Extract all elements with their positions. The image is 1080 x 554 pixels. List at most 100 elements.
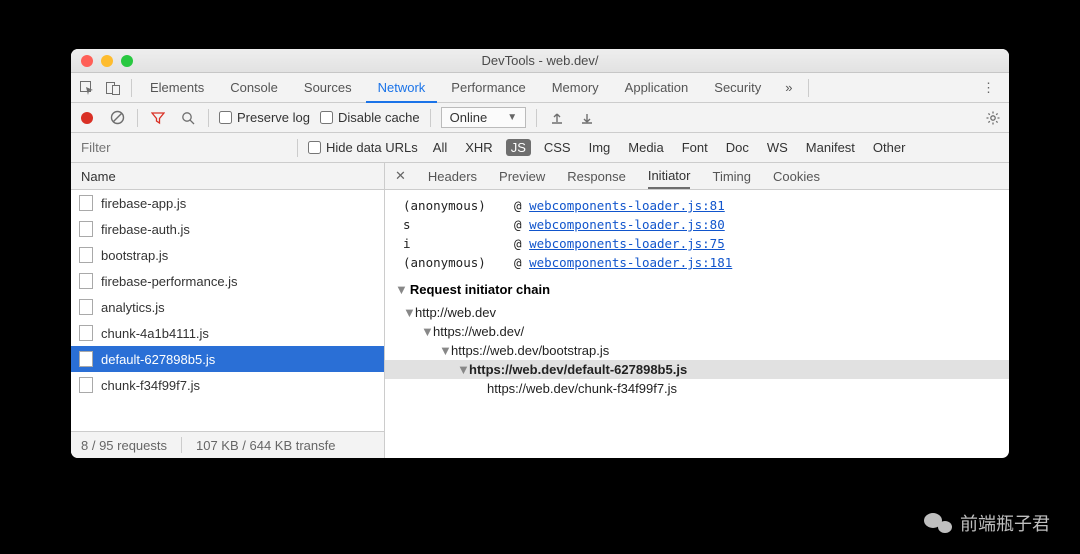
request-row[interactable]: bootstrap.js xyxy=(71,242,384,268)
initiator-body: (anonymous)@ webcomponents-loader.js:81s… xyxy=(385,190,1009,458)
stack-link[interactable]: webcomponents-loader.js:80 xyxy=(529,217,725,232)
chain-node[interactable]: ▼https://web.dev/bootstrap.js xyxy=(385,341,1009,360)
subtab-timing[interactable]: Timing xyxy=(712,169,751,184)
request-name: firebase-performance.js xyxy=(101,274,238,289)
type-filter-ws[interactable]: WS xyxy=(762,139,793,156)
chain-label: https://web.dev/chunk-f34f99f7.js xyxy=(487,381,677,396)
network-toolbar: Preserve log Disable cache Online ▼ xyxy=(71,103,1009,133)
clear-button[interactable] xyxy=(107,108,127,128)
type-filter-media[interactable]: Media xyxy=(623,139,668,156)
preserve-log-checkbox[interactable]: Preserve log xyxy=(219,110,310,125)
tab-security[interactable]: Security xyxy=(702,73,773,103)
request-name: analytics.js xyxy=(101,300,165,315)
stack-function: (anonymous) xyxy=(403,255,498,270)
tab-elements[interactable]: Elements xyxy=(138,73,216,103)
request-row[interactable]: firebase-app.js xyxy=(71,190,384,216)
chain-node[interactable]: ▼https://web.dev/ xyxy=(385,322,1009,341)
type-filter-xhr[interactable]: XHR xyxy=(460,139,497,156)
hide-data-urls-label: Hide data URLs xyxy=(326,140,418,155)
type-filter-css[interactable]: CSS xyxy=(539,139,576,156)
tab-memory[interactable]: Memory xyxy=(540,73,611,103)
upload-har-icon[interactable] xyxy=(547,108,567,128)
download-har-icon[interactable] xyxy=(577,108,597,128)
network-settings-icon[interactable] xyxy=(983,108,1003,128)
subtab-initiator[interactable]: Initiator xyxy=(648,168,691,189)
request-name: bootstrap.js xyxy=(101,248,168,263)
stack-link[interactable]: webcomponents-loader.js:181 xyxy=(529,255,732,270)
minimize-window-button[interactable] xyxy=(101,55,113,67)
request-row[interactable]: firebase-performance.js xyxy=(71,268,384,294)
separator xyxy=(181,437,182,453)
request-row[interactable]: default-627898b5.js xyxy=(71,346,384,372)
request-name: default-627898b5.js xyxy=(101,352,215,367)
tab-network[interactable]: Network xyxy=(366,73,438,103)
type-filter-manifest[interactable]: Manifest xyxy=(801,139,860,156)
request-row[interactable]: chunk-4a1b4111.js xyxy=(71,320,384,346)
request-row[interactable]: firebase-auth.js xyxy=(71,216,384,242)
type-filter-js[interactable]: JS xyxy=(506,139,531,156)
chain-node[interactable]: ▼https://web.dev/default-627898b5.js xyxy=(385,360,1009,379)
tab-application[interactable]: Application xyxy=(613,73,701,103)
inspect-element-icon[interactable] xyxy=(75,76,99,100)
filter-input[interactable] xyxy=(77,138,287,158)
hide-data-urls-input[interactable] xyxy=(308,141,321,154)
type-filter-img[interactable]: Img xyxy=(584,139,616,156)
maximize-window-button[interactable] xyxy=(121,55,133,67)
separator xyxy=(137,109,138,127)
request-row[interactable]: analytics.js xyxy=(71,294,384,320)
subtab-response[interactable]: Response xyxy=(567,169,626,184)
resource-type-filters: All XHR JS CSS Img Media Font Doc WS Manifest Othe… xyxy=(428,139,911,156)
throttle-value: Online xyxy=(450,110,488,125)
file-icon xyxy=(79,325,93,341)
type-filter-doc[interactable]: Doc xyxy=(721,139,754,156)
search-icon[interactable] xyxy=(178,108,198,128)
disable-cache-checkbox[interactable]: Disable cache xyxy=(320,110,420,125)
chain-node[interactable]: https://web.dev/chunk-f34f99f7.js xyxy=(385,379,1009,398)
record-button[interactable] xyxy=(77,108,97,128)
tab-sources[interactable]: Sources xyxy=(292,73,364,103)
stack-function: i xyxy=(403,236,498,251)
tab-console[interactable]: Console xyxy=(218,73,290,103)
traffic-lights xyxy=(71,55,133,67)
chain-node[interactable]: ▼http://web.dev xyxy=(385,303,1009,322)
window-title: DevTools - web.dev/ xyxy=(71,53,1009,68)
chain-label: http://web.dev xyxy=(415,305,496,320)
separator xyxy=(808,79,809,97)
settings-kebab-icon[interactable]: ⋮ xyxy=(972,80,1005,96)
type-filter-all[interactable]: All xyxy=(428,139,452,156)
file-icon xyxy=(79,351,93,367)
file-icon xyxy=(79,273,93,289)
separator xyxy=(297,139,298,157)
filter-toggle-icon[interactable] xyxy=(148,108,168,128)
stack-link[interactable]: webcomponents-loader.js:75 xyxy=(529,236,725,251)
subtab-cookies[interactable]: Cookies xyxy=(773,169,820,184)
request-name: chunk-4a1b4111.js xyxy=(101,326,209,341)
stack-frame: i @ webcomponents-loader.js:75 xyxy=(385,234,1009,253)
device-toggle-icon[interactable] xyxy=(101,76,125,100)
subtab-preview[interactable]: Preview xyxy=(499,169,545,184)
preserve-log-label: Preserve log xyxy=(237,110,310,125)
initiator-chain-title: ▼Request initiator chain xyxy=(385,272,1009,303)
file-icon xyxy=(79,221,93,237)
request-row[interactable]: chunk-f34f99f7.js xyxy=(71,372,384,398)
stack-link[interactable]: webcomponents-loader.js:81 xyxy=(529,198,725,213)
devtools-window: DevTools - web.dev/ ElementsConsoleSourc… xyxy=(71,49,1009,458)
close-detail-icon[interactable]: ✕ xyxy=(395,168,406,184)
type-filter-font[interactable]: Font xyxy=(677,139,713,156)
stack-location: @ webcomponents-loader.js:75 xyxy=(514,236,725,251)
hide-data-urls-checkbox[interactable]: Hide data URLs xyxy=(308,140,418,155)
name-column-header[interactable]: Name xyxy=(71,163,384,190)
tabs-overflow[interactable]: » xyxy=(775,80,802,95)
disable-cache-input[interactable] xyxy=(320,111,333,124)
preserve-log-input[interactable] xyxy=(219,111,232,124)
subtab-headers[interactable]: Headers xyxy=(428,169,477,184)
close-window-button[interactable] xyxy=(81,55,93,67)
chain-label: https://web.dev/bootstrap.js xyxy=(451,343,609,358)
tab-performance[interactable]: Performance xyxy=(439,73,537,103)
status-transfer: 107 KB / 644 KB transfe xyxy=(196,438,335,453)
titlebar: DevTools - web.dev/ xyxy=(71,49,1009,73)
throttle-select[interactable]: Online ▼ xyxy=(441,107,526,128)
status-bar: 8 / 95 requests 107 KB / 644 KB transfe xyxy=(71,431,384,458)
type-filter-other[interactable]: Other xyxy=(868,139,911,156)
status-requests: 8 / 95 requests xyxy=(81,438,167,453)
